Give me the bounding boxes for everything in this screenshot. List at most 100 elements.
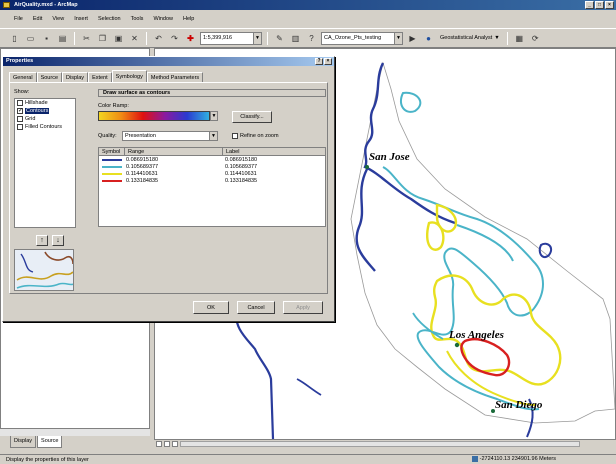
show-item-grid[interactable]: Grid xyxy=(15,115,75,123)
tab-display[interactable]: Display xyxy=(62,72,89,82)
range-cell: 0.086915180 xyxy=(126,156,159,163)
color-ramp-selector[interactable] xyxy=(98,111,210,121)
symbol-swatch[interactable] xyxy=(99,158,125,161)
menu-help[interactable]: Help xyxy=(179,16,198,22)
grid-checkbox[interactable] xyxy=(17,116,23,122)
chevron-down-icon[interactable]: ▼ xyxy=(394,32,402,44)
refine-on-zoom-checkbox[interactable] xyxy=(232,133,238,139)
show-item-contours[interactable]: ✓ Contours xyxy=(15,107,75,115)
layer-dropdown[interactable]: CA_Ozone_Pts_testing ▼ xyxy=(321,31,403,45)
table-row[interactable]: 0.105689377 0.105689377 xyxy=(99,163,325,170)
print-icon[interactable]: ▤ xyxy=(56,32,69,45)
layout-view-button[interactable] xyxy=(164,441,170,447)
undo-icon[interactable]: ↶ xyxy=(152,32,165,45)
data-view-button[interactable] xyxy=(156,441,162,447)
toolbar-separator xyxy=(506,31,508,45)
menu-insert[interactable]: Insert xyxy=(70,16,92,22)
refine-on-zoom-option[interactable]: Refine on zoom xyxy=(232,133,279,139)
filled-contours-checkbox[interactable] xyxy=(17,124,23,130)
toolbar-separator xyxy=(267,31,268,45)
menu-edit[interactable]: Edit xyxy=(29,16,46,22)
show-item-label: Filled Contours xyxy=(25,124,62,130)
symbol-column-header[interactable]: Symbol xyxy=(99,148,125,155)
layout-icon[interactable]: ▦ xyxy=(513,32,526,45)
show-item-hillshade[interactable]: Hillshade xyxy=(15,99,75,107)
window-title: AirQuality.mxd - ArcMap xyxy=(14,2,78,8)
menu-bar: File Edit View Insert Selection Tools Wi… xyxy=(0,10,616,28)
redo-icon[interactable]: ↷ xyxy=(168,32,181,45)
copy-icon[interactable]: ❐ xyxy=(96,32,109,45)
arctoolbox-icon[interactable]: ▥ xyxy=(289,32,302,45)
editor-icon[interactable]: ✎ xyxy=(273,32,286,45)
move-down-arrow-icon[interactable]: ↓ xyxy=(52,235,64,246)
maximize-button[interactable]: □ xyxy=(595,1,604,9)
play-icon[interactable]: ▶ xyxy=(406,32,419,45)
quality-value: Presentation xyxy=(125,133,156,139)
map-scale-field[interactable]: 1:5,399,916 ▼ xyxy=(200,31,262,45)
contours-checkbox[interactable]: ✓ xyxy=(17,108,23,114)
menu-window[interactable]: Window xyxy=(149,16,177,22)
symbol-swatch[interactable] xyxy=(99,172,125,175)
tab-symbology[interactable]: Symbology xyxy=(111,70,147,82)
layer-properties-dialog: Properties ? × General Source Display Ex… xyxy=(2,56,335,322)
cut-icon[interactable]: ✂ xyxy=(80,32,93,45)
menu-selection[interactable]: Selection xyxy=(94,16,125,22)
range-cell: 0.114410631 xyxy=(126,170,158,177)
new-document-icon[interactable]: ▯ xyxy=(8,32,21,45)
geostatistical-analyst-label: Geostatistical Analyst xyxy=(440,35,493,41)
contour-classes-table[interactable]: Symbol Range Label 0.086915180 0.0869151… xyxy=(98,147,326,227)
label-cell[interactable]: 0.114410631 xyxy=(223,171,323,177)
dialog-close-button[interactable]: × xyxy=(324,58,332,65)
whats-this-icon[interactable]: ? xyxy=(305,32,318,45)
tab-method-parameters[interactable]: Method Parameters xyxy=(146,72,204,82)
label-column-header[interactable]: Label xyxy=(223,148,323,155)
label-cell[interactable]: 0.133184835 xyxy=(223,178,323,184)
map-horizontal-scrollbar[interactable] xyxy=(180,441,580,447)
status-message: Display the properties of this layer xyxy=(6,456,89,463)
symbol-swatch[interactable] xyxy=(99,179,125,182)
chevron-down-icon[interactable]: ▼ xyxy=(209,132,217,140)
draw-surface-header: Draw surface as contours xyxy=(98,89,326,97)
quality-select[interactable]: Presentation ▼ xyxy=(122,131,218,141)
move-up-arrow-icon[interactable]: ↑ xyxy=(36,235,48,246)
apply-button[interactable]: Apply xyxy=(283,301,323,314)
tab-general[interactable]: General xyxy=(9,72,37,82)
chevron-down-icon[interactable]: ▼ xyxy=(253,32,261,44)
paste-icon[interactable]: ▣ xyxy=(112,32,125,45)
cancel-button[interactable]: Cancel xyxy=(237,301,275,314)
ok-button[interactable]: OK xyxy=(193,301,229,314)
symbol-swatch[interactable] xyxy=(99,165,125,168)
table-row[interactable]: 0.133184835 0.133184835 xyxy=(99,177,325,184)
tab-extent[interactable]: Extent xyxy=(88,72,112,82)
geostatistical-analyst-menu[interactable]: Geostatistical Analyst ▼ xyxy=(438,35,502,41)
geostat-globe-icon[interactable]: ● xyxy=(422,32,435,45)
open-folder-icon[interactable]: ▭ xyxy=(24,32,37,45)
table-row[interactable]: 0.086915180 0.086915180 xyxy=(99,156,325,163)
label-cell[interactable]: 0.105689377 xyxy=(223,164,323,170)
tab-source[interactable]: Source xyxy=(37,436,63,448)
refresh-icon[interactable]: ⟳ xyxy=(529,32,542,45)
add-data-icon[interactable]: ✚ xyxy=(184,32,197,45)
tab-source[interactable]: Source xyxy=(36,72,63,82)
show-item-filled-contours[interactable]: Filled Contours xyxy=(15,123,75,131)
classify-button[interactable]: Classify... xyxy=(232,111,272,123)
menu-tools[interactable]: Tools xyxy=(127,16,148,22)
delete-icon[interactable]: ✕ xyxy=(128,32,141,45)
refresh-view-button[interactable] xyxy=(172,441,178,447)
close-button[interactable]: × xyxy=(605,1,614,9)
minimize-button[interactable]: _ xyxy=(585,1,594,9)
range-column-header[interactable]: Range xyxy=(125,148,223,155)
chevron-down-icon[interactable]: ▼ xyxy=(210,111,218,121)
help-button[interactable]: ? xyxy=(315,58,323,65)
city-label: San Diego xyxy=(495,399,543,411)
tab-display[interactable]: Display xyxy=(10,436,37,448)
label-cell[interactable]: 0.086915180 xyxy=(223,157,323,163)
menu-file[interactable]: File xyxy=(10,16,27,22)
table-row[interactable]: 0.114410631 0.114410631 xyxy=(99,170,325,177)
save-icon[interactable]: ▪ xyxy=(40,32,53,45)
refine-on-zoom-label: Refine on zoom xyxy=(240,133,279,139)
toc-horizontal-scrollbar[interactable] xyxy=(0,428,150,436)
hillshade-checkbox[interactable] xyxy=(17,100,23,106)
show-list[interactable]: Hillshade ✓ Contours Grid Filled Contour… xyxy=(14,98,76,228)
menu-view[interactable]: View xyxy=(48,16,68,22)
